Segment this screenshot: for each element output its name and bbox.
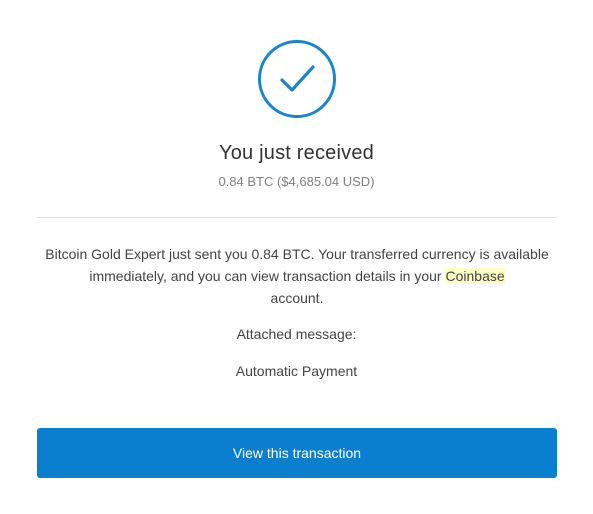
brand-name-coinbase: Coinbase [445,268,505,284]
view-transaction-button[interactable]: View this transaction [37,428,557,478]
notification-message: Bitcoin Gold Expert just sent you 0.84 B… [37,243,557,309]
attached-message-label: Attached message: [236,326,357,342]
divider [37,217,557,218]
message-text-end: account. [270,290,324,306]
page-title: You just received [219,142,374,164]
received-amount: 0.84 BTC ($4,685.04 USD) [218,174,375,189]
check-circle-icon [257,39,337,119]
attached-message-text: Automatic Payment [235,363,358,379]
